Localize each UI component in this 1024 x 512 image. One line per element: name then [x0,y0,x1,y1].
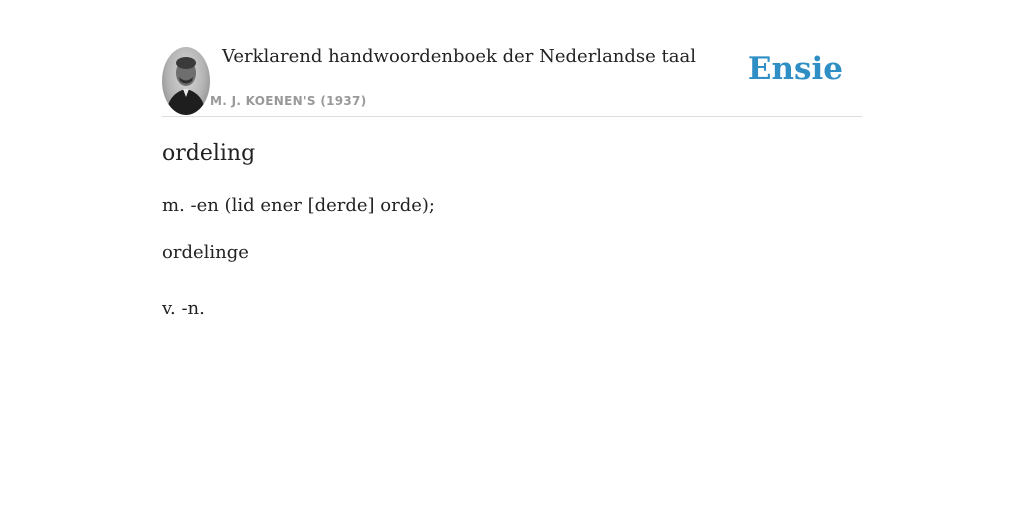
definition: m. -en (lid ener [derde] orde); [162,195,435,216]
variant-headword: ordelinge [162,242,249,263]
variant-definition: v. -n. [162,298,205,319]
book-title: Verklarend handwoordenboek der Nederland… [222,46,696,67]
brand-logo-link[interactable]: Ensie [748,51,843,87]
header: Verklarend handwoordenboek der Nederland… [162,44,862,117]
author-portrait [162,47,210,115]
headword: ordeling [162,141,256,166]
page: Verklarend handwoordenboek der Nederland… [0,0,1024,512]
author-label: M. J. KOENEN'S (1937) [210,94,367,108]
